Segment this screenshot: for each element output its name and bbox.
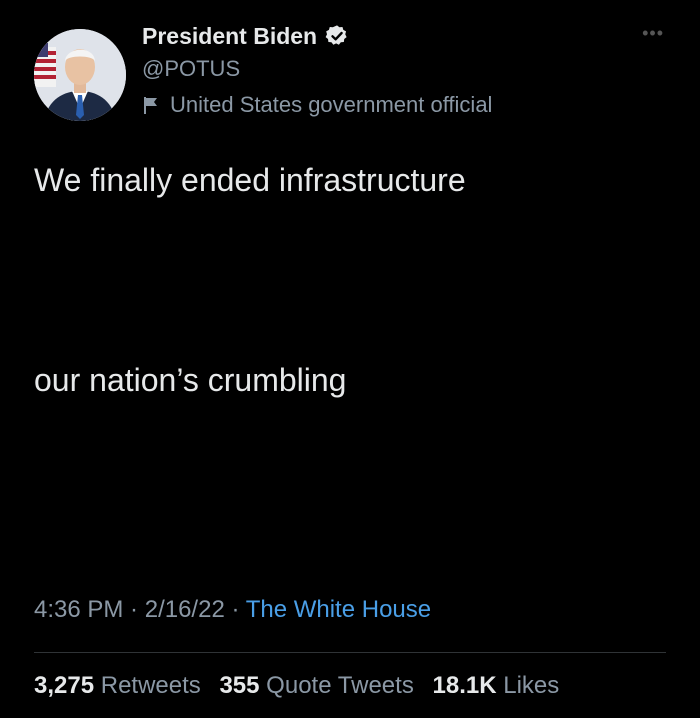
tweet-source-link[interactable]: The White House: [246, 596, 431, 623]
tweet-meta: 4:36 PM · 2/16/22 · The White House: [34, 596, 431, 624]
meta-separator: ·: [123, 596, 145, 623]
tweet-date[interactable]: 2/16/22: [145, 596, 225, 623]
author-handle[interactable]: @POTUS: [142, 56, 240, 82]
divider: [34, 652, 666, 653]
author-name-row: President Biden: [142, 20, 349, 52]
display-name[interactable]: President Biden: [142, 23, 317, 50]
more-horizontal-icon[interactable]: •••: [642, 24, 664, 42]
tweet-text-line-1: We finally ended infrastructure: [34, 162, 466, 198]
government-flag-icon: [142, 95, 160, 115]
quote-tweets-stat[interactable]: 355 Quote Tweets: [219, 672, 413, 699]
tweet-text-line-2: our nation’s crumbling: [34, 362, 347, 398]
verified-badge-icon: [325, 24, 349, 48]
avatar[interactable]: [34, 29, 126, 121]
likes-count: 18.1K: [432, 672, 497, 699]
retweets-count: 3,275: [34, 672, 95, 699]
quote-tweets-count: 355: [219, 672, 260, 699]
likes-stat[interactable]: 18.1K Likes: [433, 672, 560, 699]
government-label[interactable]: United States government official: [142, 92, 492, 118]
government-label-text: United States government official: [170, 92, 493, 117]
meta-separator: ·: [224, 596, 246, 623]
tweet-time[interactable]: 4:36 PM: [34, 596, 123, 623]
retweets-stat[interactable]: 3,275 Retweets: [34, 672, 201, 699]
likes-label: Likes: [503, 672, 560, 699]
quote-tweets-label: Quote Tweets: [266, 672, 414, 699]
retweets-label: Retweets: [100, 672, 201, 699]
tweet-stats: 3,275 Retweets 355 Quote Tweets 18.1K Li…: [34, 672, 571, 700]
tweet-card: President Biden @POTUS United States gov…: [0, 0, 700, 718]
